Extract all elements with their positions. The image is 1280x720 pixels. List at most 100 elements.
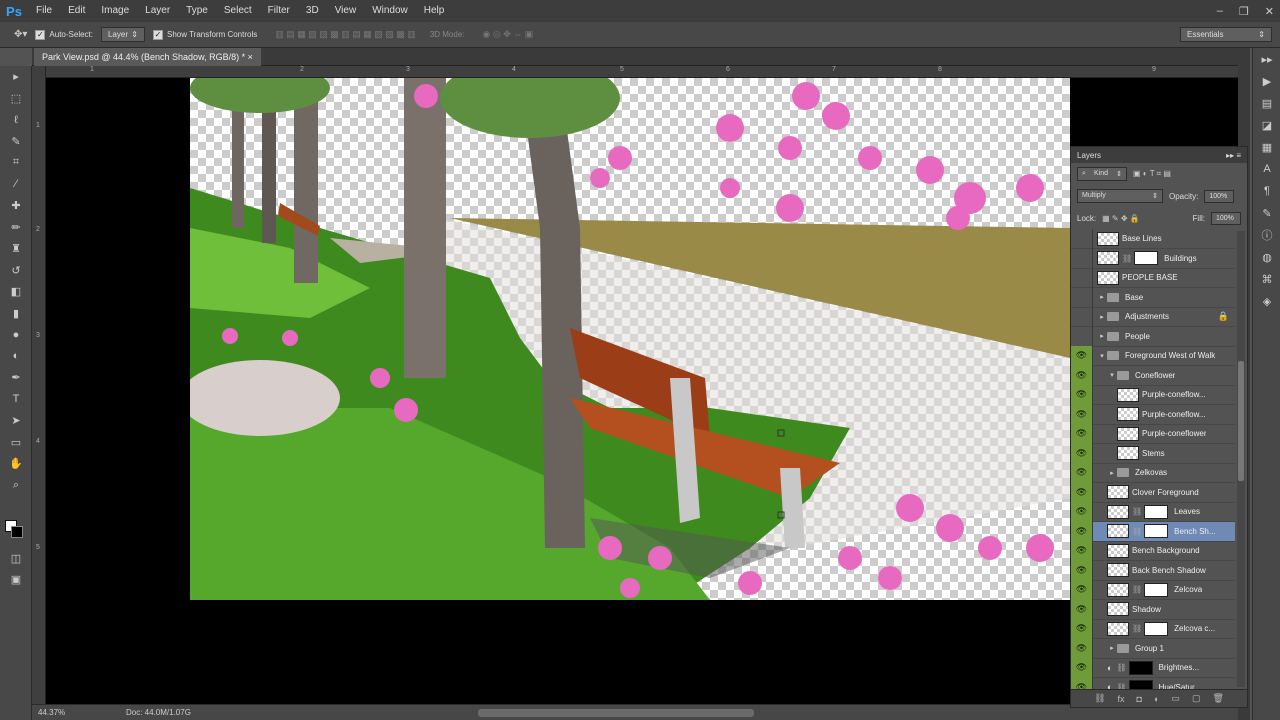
show-transform-checkbox[interactable]: ✓ Show Transform Controls bbox=[152, 29, 257, 40]
layer-thumbnail[interactable] bbox=[1117, 426, 1139, 441]
layer-thumbnail[interactable] bbox=[1097, 251, 1119, 265]
layer-row[interactable]: 👁 ▸ Zelkovas bbox=[1071, 462, 1235, 483]
new-layer-icon[interactable]: ▢ bbox=[1192, 693, 1201, 704]
lock-icons[interactable]: ▦ ✎ ✥ 🔒 bbox=[1102, 214, 1140, 223]
menu-type[interactable]: Type bbox=[178, 0, 216, 22]
layer-row[interactable]: ▸ Base bbox=[1071, 287, 1235, 308]
auto-select-checkbox[interactable]: ✓ Auto-Select: bbox=[35, 29, 93, 40]
expand-arrow-icon[interactable]: ▸ bbox=[1107, 469, 1117, 477]
visibility-eye-icon[interactable]: 👁 bbox=[1071, 443, 1093, 463]
layer-row[interactable]: 👁 ▸ Group 1 bbox=[1071, 638, 1235, 659]
layer-row[interactable]: ⛓ Buildings bbox=[1071, 248, 1235, 269]
layer-mask-thumbnail[interactable] bbox=[1128, 680, 1153, 689]
layer-thumbnail[interactable] bbox=[1107, 602, 1129, 616]
layers-scrollbar[interactable] bbox=[1237, 231, 1245, 687]
delete-layer-icon[interactable]: 🗑 bbox=[1212, 693, 1223, 704]
layer-thumbnail[interactable] bbox=[1107, 504, 1129, 519]
layer-row[interactable]: 👁 ▾ Foreground West of Walk bbox=[1071, 345, 1235, 366]
close-window-button[interactable]: ✕ bbox=[1265, 5, 1274, 18]
menu-window[interactable]: Window bbox=[364, 0, 416, 22]
visibility-eye-icon[interactable]: 👁 bbox=[1071, 365, 1093, 385]
layer-mask-thumbnail[interactable] bbox=[1144, 621, 1169, 636]
layer-thumbnail[interactable] bbox=[1117, 446, 1139, 460]
menu-3d[interactable]: 3D bbox=[298, 0, 327, 22]
link-icon[interactable]: ⛓ bbox=[1132, 624, 1142, 633]
expand-arrow-icon[interactable]: ▸ bbox=[1107, 644, 1117, 652]
zoom-level[interactable]: 44.37% bbox=[38, 708, 65, 717]
eraser-tool-icon[interactable]: ◧ bbox=[0, 281, 32, 303]
minimize-button[interactable]: – bbox=[1217, 5, 1223, 17]
layer-thumbnail[interactable] bbox=[1107, 524, 1129, 538]
canvas-area[interactable] bbox=[46, 78, 1238, 704]
layer-row[interactable]: 👁 Purple-coneflow... bbox=[1071, 404, 1235, 425]
close-tab-icon[interactable]: × bbox=[248, 52, 253, 62]
layer-thumbnail[interactable] bbox=[1107, 485, 1129, 499]
expand-arrow-icon[interactable]: ▸ bbox=[1097, 332, 1107, 340]
visibility-eye-icon[interactable]: 👁 bbox=[1071, 462, 1093, 483]
layer-row[interactable]: 👁 Purple-coneflower bbox=[1071, 423, 1235, 444]
menu-select[interactable]: Select bbox=[216, 0, 260, 22]
menu-help[interactable]: Help bbox=[416, 0, 453, 22]
layer-row[interactable]: 👁 Clover Foreground bbox=[1071, 482, 1235, 503]
visibility-eye-icon[interactable] bbox=[1071, 267, 1093, 288]
visibility-eye-icon[interactable]: 👁 bbox=[1071, 482, 1093, 502]
screen-mode-icon[interactable]: ▣ bbox=[0, 569, 32, 591]
visibility-eye-icon[interactable] bbox=[1071, 326, 1093, 346]
layer-row[interactable]: 👁 ◐ ⛓ Hue/Satur... bbox=[1071, 677, 1235, 689]
layer-thumbnail[interactable] bbox=[1117, 407, 1139, 421]
layer-row[interactable]: 👁 Shadow bbox=[1071, 599, 1235, 620]
opacity-input[interactable]: 100% bbox=[1204, 189, 1235, 203]
menu-view[interactable]: View bbox=[327, 0, 365, 22]
layer-mask-thumbnail[interactable] bbox=[1128, 660, 1153, 675]
swatches-icon[interactable]: ▦ bbox=[1253, 136, 1280, 158]
link-icon[interactable]: ⛓ bbox=[1132, 507, 1142, 516]
layer-thumbnail[interactable] bbox=[1107, 563, 1129, 577]
visibility-eye-icon[interactable]: 👁 bbox=[1071, 384, 1093, 405]
visibility-eye-icon[interactable]: 👁 bbox=[1071, 677, 1093, 689]
dodge-tool-icon[interactable]: ◐ bbox=[0, 346, 32, 368]
visibility-eye-icon[interactable]: 👁 bbox=[1071, 540, 1093, 561]
visibility-eye-icon[interactable]: 👁 bbox=[1071, 638, 1093, 658]
layer-row[interactable]: 👁 ⛓ Zelcova c... bbox=[1071, 618, 1235, 639]
visibility-eye-icon[interactable]: 👁 bbox=[1071, 560, 1093, 580]
play-icon[interactable]: ▶ bbox=[1253, 70, 1280, 92]
visibility-eye-icon[interactable]: 👁 bbox=[1071, 404, 1093, 424]
filter-kind-dropdown[interactable]: ⌕ Kind ⇕ bbox=[1077, 167, 1127, 181]
hand-tool-icon[interactable]: ✋ bbox=[0, 453, 32, 475]
brush-panel-icon[interactable]: ✎ bbox=[1253, 202, 1280, 224]
visibility-eye-icon[interactable]: 👁 bbox=[1071, 521, 1093, 541]
layer-mask-thumbnail[interactable] bbox=[1134, 251, 1159, 265]
expand-arrow-icon[interactable]: ▾ bbox=[1097, 352, 1107, 360]
visibility-eye-icon[interactable] bbox=[1071, 229, 1093, 249]
blend-mode-dropdown[interactable]: Multiply ⇕ bbox=[1077, 189, 1163, 203]
layer-thumbnail[interactable] bbox=[1107, 543, 1129, 558]
workspace-dropdown[interactable]: Essentials ⇕ bbox=[1180, 27, 1272, 42]
fill-input[interactable]: 100% bbox=[1211, 211, 1241, 225]
quick-mask-icon[interactable]: ◫ bbox=[0, 548, 32, 570]
eyedropper-tool-icon[interactable]: ⁄ bbox=[0, 174, 32, 196]
visibility-eye-icon[interactable]: 👁 bbox=[1071, 345, 1093, 366]
layer-style-icon[interactable]: fx bbox=[1118, 694, 1125, 704]
layer-row[interactable]: Base Lines bbox=[1071, 229, 1235, 249]
visibility-eye-icon[interactable] bbox=[1071, 248, 1093, 268]
visibility-eye-icon[interactable]: 👁 bbox=[1071, 599, 1093, 619]
history-icon[interactable]: ▤ bbox=[1253, 92, 1280, 114]
link-icon[interactable]: ⛓ bbox=[1132, 527, 1142, 536]
link-icon[interactable]: ⛓ bbox=[1122, 254, 1132, 263]
layer-thumbnail[interactable] bbox=[1107, 582, 1129, 597]
3d-mode-icons[interactable]: ◉ ◎ ✥ ⇔ ▣ bbox=[483, 29, 534, 40]
document-tab[interactable]: Park View.psd @ 44.4% (Bench Shadow, RGB… bbox=[34, 48, 261, 66]
layer-thumbnail[interactable] bbox=[1097, 270, 1119, 285]
expand-arrow-icon[interactable]: ▸ bbox=[1097, 293, 1107, 301]
color-icon[interactable]: ◍ bbox=[1253, 246, 1280, 268]
panel-menu-icon[interactable]: ▸▸ ≡ bbox=[1226, 151, 1241, 160]
layer-thumbnail[interactable] bbox=[1097, 231, 1119, 246]
path-select-tool-icon[interactable]: ➤ bbox=[0, 410, 32, 432]
layer-row[interactable]: 👁 ▾ Coneflower bbox=[1071, 365, 1235, 386]
layer-row[interactable]: 👁 ⛓ Leaves bbox=[1071, 501, 1235, 522]
layer-thumbnail[interactable] bbox=[1107, 621, 1129, 636]
menu-filter[interactable]: Filter bbox=[260, 0, 298, 22]
layer-mask-thumbnail[interactable] bbox=[1144, 582, 1169, 597]
shape-tool-icon[interactable]: ▭ bbox=[0, 432, 32, 454]
paragraph-icon[interactable]: ¶ bbox=[1253, 180, 1280, 202]
